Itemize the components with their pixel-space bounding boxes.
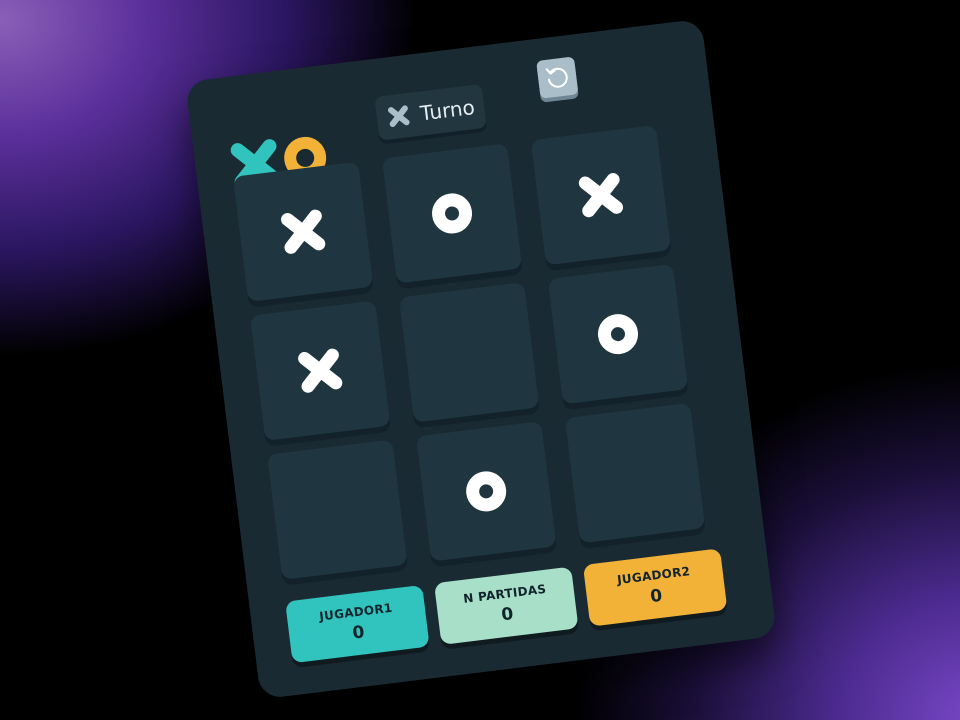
o-mark-icon: [432, 193, 473, 234]
game-board-card: Turno JUGADOR1 0 N PARTIDAS 0 JUGADOR2 0: [185, 18, 777, 700]
score-player2: JUGADOR2 0: [582, 548, 728, 627]
score-games-label: N PARTIDAS: [462, 581, 548, 606]
board-cell-4[interactable]: [250, 300, 391, 441]
board-cell-8[interactable]: [415, 421, 557, 562]
restart-button[interactable]: [536, 56, 579, 99]
o-mark-icon: [597, 314, 638, 355]
o-mark-icon: [466, 471, 507, 512]
score-player1-label: JUGADOR1: [318, 600, 394, 624]
x-mark-icon: [281, 209, 326, 254]
board-cell-1[interactable]: [232, 161, 374, 302]
turn-x-icon: [387, 105, 410, 128]
turn-indicator: Turno: [374, 83, 487, 141]
board-cell-3[interactable]: [530, 124, 672, 266]
board-cell-6[interactable]: [547, 263, 689, 405]
x-mark-icon: [578, 173, 624, 218]
turn-label: Turno: [418, 94, 477, 126]
board-cell-2[interactable]: [381, 143, 523, 284]
score-games: N PARTIDAS 0: [433, 566, 579, 645]
board-cell-9[interactable]: [564, 402, 706, 544]
score-player2-value: 0: [649, 585, 664, 608]
restart-icon: [545, 67, 568, 88]
board-cell-7[interactable]: [267, 439, 408, 580]
score-player1-value: 0: [351, 622, 366, 644]
score-games-value: 0: [500, 604, 515, 626]
board-cell-5[interactable]: [398, 282, 540, 423]
score-player1: JUGADOR1 0: [285, 584, 430, 664]
score-player2-label: JUGADOR2: [616, 564, 692, 587]
x-mark-icon: [298, 348, 343, 393]
